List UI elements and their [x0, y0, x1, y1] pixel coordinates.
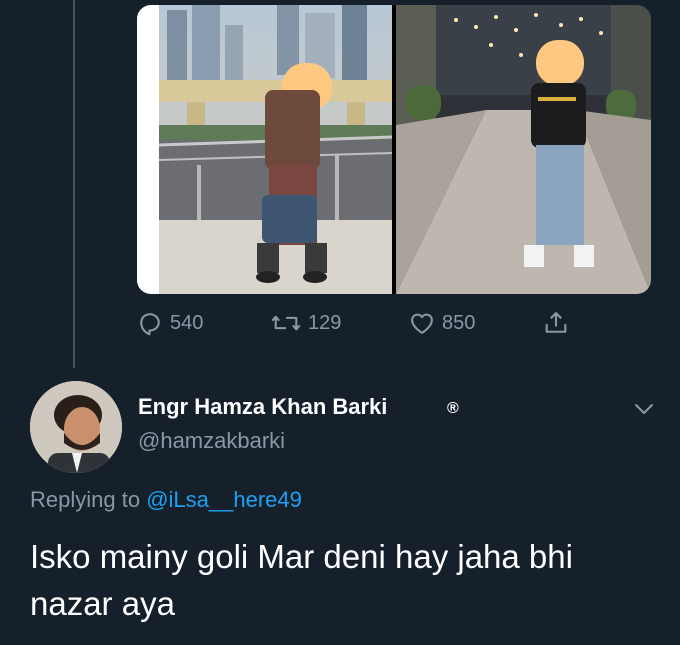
share-icon [542, 309, 570, 337]
replying-to-line: Replying to @iLsa__here49 [30, 487, 302, 513]
like-count: 850 [442, 311, 476, 334]
chevron-down-icon[interactable] [633, 398, 655, 425]
avatar-image [30, 381, 122, 473]
retweet-count: 129 [308, 311, 342, 334]
tweet-actions-bar: 540 129 850 [136, 309, 606, 343]
avatar[interactable] [30, 381, 122, 473]
heart-icon [408, 309, 436, 337]
user-handle[interactable]: @hamzakbarki [138, 428, 285, 454]
registered-badge: ® [447, 400, 459, 417]
mention-link[interactable]: @iLsa__here49 [146, 487, 302, 512]
display-name[interactable]: Engr Hamza Khan Barki [138, 394, 387, 420]
reply-icon [136, 309, 164, 337]
retweet-icon [270, 309, 302, 337]
like-button[interactable]: 850 [408, 309, 475, 337]
share-button[interactable] [542, 309, 570, 337]
tweet-media[interactable] [137, 5, 651, 294]
photo-left-image [137, 5, 392, 294]
replying-to-label: Replying to [30, 487, 141, 512]
reply-button[interactable]: 540 [136, 309, 203, 337]
photo-right[interactable] [396, 5, 651, 294]
photo-left[interactable] [137, 5, 392, 294]
tweet-text: Isko mainy goli Mar deni hay jaha bhi na… [30, 538, 573, 622]
thread-line [73, 0, 75, 368]
photo-right-image [396, 5, 651, 294]
retweet-button[interactable]: 129 [270, 309, 341, 337]
reply-count: 540 [170, 311, 204, 334]
